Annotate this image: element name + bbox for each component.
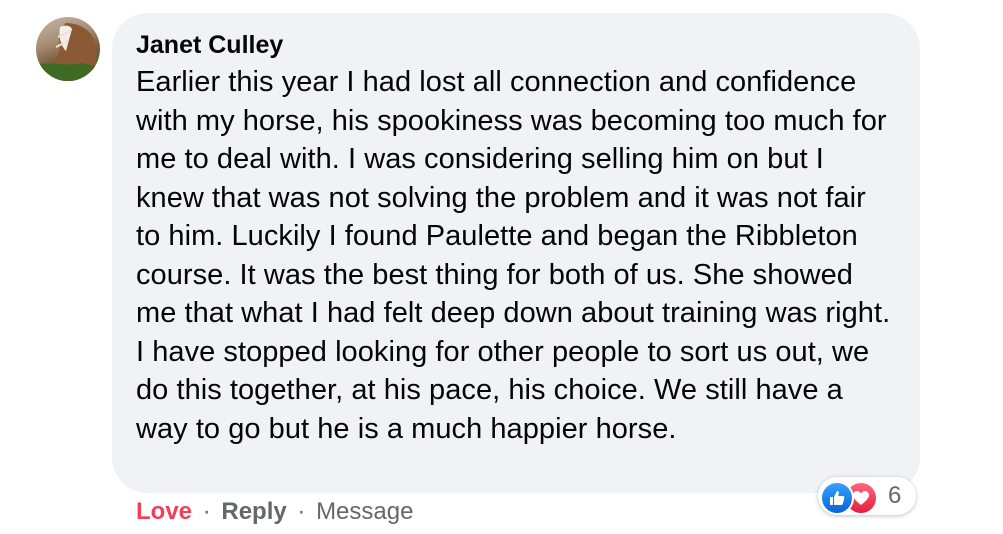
love-reaction-button[interactable]: Love <box>136 498 192 525</box>
comment-text: Earlier this year I had lost all connect… <box>136 66 891 445</box>
separator-dot: · <box>202 498 211 525</box>
horse-avatar-image <box>36 23 100 81</box>
comment-bubble: Janet Culley Earlier this year I had los… <box>112 13 920 493</box>
like-icon <box>820 481 854 515</box>
reaction-count: 6 <box>888 482 902 509</box>
comment-actions: Love · Reply · Message <box>136 497 413 527</box>
separator-dot: · <box>297 498 306 525</box>
comment-author[interactable]: Janet Culley <box>136 29 896 61</box>
message-button[interactable]: Message <box>316 498 413 525</box>
avatar[interactable] <box>36 17 100 81</box>
reply-button[interactable]: Reply <box>221 498 286 525</box>
reactions-summary[interactable]: 6 <box>818 477 916 515</box>
